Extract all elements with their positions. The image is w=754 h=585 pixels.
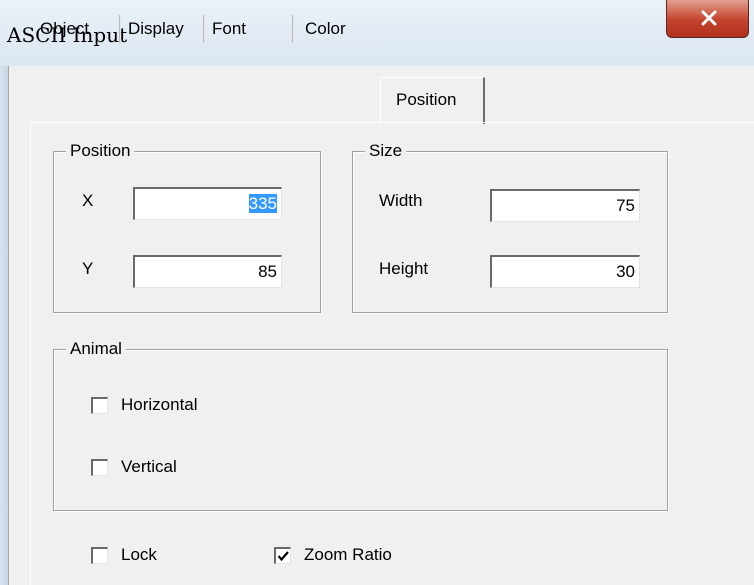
horizontal-checkbox[interactable] xyxy=(91,397,108,414)
tab-position[interactable]: Position xyxy=(380,77,485,124)
ascii-input-dialog: ASCII Input Object Display Font Color Po… xyxy=(0,0,754,585)
tab-color[interactable]: Color xyxy=(294,13,380,45)
tab-font[interactable]: Font xyxy=(205,13,294,45)
checkmark-icon xyxy=(277,551,289,562)
y-input[interactable]: 85 xyxy=(133,255,282,288)
position-group-title: Position xyxy=(66,140,135,162)
size-group-title: Size xyxy=(365,140,407,162)
x-input[interactable]: 335 xyxy=(133,187,282,220)
horizontal-label: Horizontal xyxy=(121,395,198,414)
zoom-ratio-label: Zoom Ratio xyxy=(304,545,392,564)
x-value-selection: 335 xyxy=(248,194,277,213)
tab-position-label: Position xyxy=(396,90,457,109)
vertical-checkbox[interactable] xyxy=(91,459,108,476)
animal-group: Animal xyxy=(53,338,668,511)
position-group: Position xyxy=(53,140,321,313)
lock-label: Lock xyxy=(121,545,157,564)
tab-panel-position: Position X 335 Y 85 Size Width 75 Height… xyxy=(30,122,754,585)
tab-object-label: Object xyxy=(40,19,90,38)
zoom-ratio-checkbox[interactable] xyxy=(274,547,291,564)
close-icon xyxy=(701,10,717,26)
height-input[interactable]: 30 xyxy=(490,255,640,288)
tab-font-label: Font xyxy=(212,19,247,38)
height-label: Height xyxy=(379,259,429,278)
tab-display-label: Display xyxy=(128,19,184,38)
tab-object[interactable]: Object xyxy=(36,13,121,45)
y-label: Y xyxy=(82,259,94,278)
close-button[interactable] xyxy=(666,0,749,38)
x-label: X xyxy=(82,191,94,210)
vertical-label: Vertical xyxy=(121,457,177,476)
tab-display[interactable]: Display xyxy=(121,13,205,45)
width-input[interactable]: 75 xyxy=(490,189,640,222)
lock-checkbox[interactable] xyxy=(91,547,108,564)
window-frame xyxy=(0,66,8,585)
animal-group-title: Animal xyxy=(66,338,126,360)
width-label: Width xyxy=(379,191,423,210)
size-group: Size xyxy=(352,140,668,313)
tab-color-label: Color xyxy=(305,19,346,38)
